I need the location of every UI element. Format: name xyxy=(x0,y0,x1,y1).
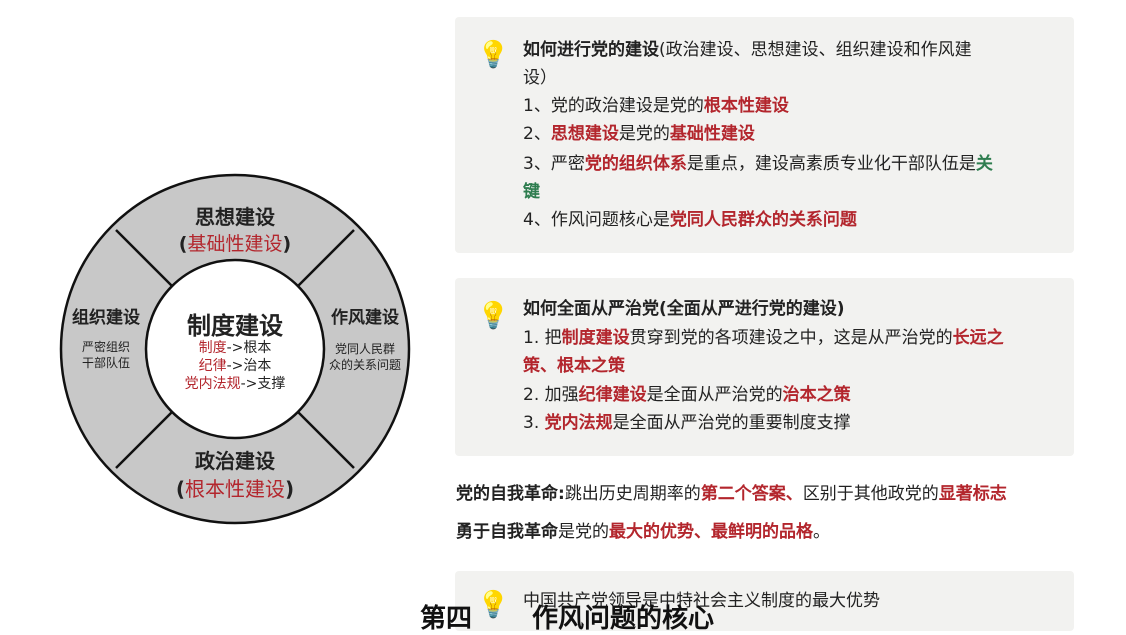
rev-l1-hl1: 第二个答案、 xyxy=(700,484,803,504)
self-revolution-line-2: 勇于自我革命是党的最大的优势、最鲜明的品格。 xyxy=(456,518,830,546)
card2-item-2-hl1: 纪律建设 xyxy=(578,385,647,405)
rev-l1-text1: 跳出历史周期率的 xyxy=(564,484,701,504)
card1-title-normal: (政治建设、思想建设、组织建设和作风建 xyxy=(659,40,972,60)
card1-title-bold: 如何进行党的建设 xyxy=(523,40,659,60)
card1-item-2-hl2: 基础性建设 xyxy=(669,124,755,144)
party-building-card: 💡 如何进行党的建设(政治建设、思想建设、组织建设和作风建 设） 1、党的政治建… xyxy=(455,17,1074,253)
card2-item-3-text: 是全面从严治党的重要制度支撑 xyxy=(612,413,851,433)
card2-item-1-hl3: 策、根本之策 xyxy=(523,356,625,376)
bottom-title: 政治建设 xyxy=(195,449,275,473)
card1-item-1-hl: 根本性建设 xyxy=(703,96,789,116)
card2-item-2-text: 是全面从严治党的 xyxy=(646,385,783,405)
center-l1b: ->根本 xyxy=(226,340,272,356)
card2-item-1-cont: 策、根本之策 xyxy=(523,352,625,380)
bottom-open: ( xyxy=(175,477,185,501)
top-sub: 基础性建设 xyxy=(187,233,283,255)
top-close: ) xyxy=(282,233,292,255)
self-revolution-line-1: 党的自我革命:跳出历史周期率的第二个答案、区别于其他政党的显著标志 xyxy=(456,480,1007,508)
card1-item-2-hl1: 思想建设 xyxy=(550,124,619,144)
card1-item-3-hl2: 关 xyxy=(975,154,993,174)
card1-item-3-hl1: 党的组织体系 xyxy=(584,154,687,174)
card1-item-3: 3、严密党的组织体系是重点，建设高素质专业化干部队伍是关 xyxy=(523,150,993,178)
center-l1a: 制度 xyxy=(198,340,227,356)
bottom-sub: 根本性建设 xyxy=(185,477,285,501)
party-building-diagram: 思想建设 (基础性建设) 政治建设 (根本性建设) 组织建设 严密组织 干部队伍 … xyxy=(55,173,415,525)
lightbulb-icon: 💡 xyxy=(477,40,510,70)
rev-l1-label: 党的自我革命: xyxy=(456,484,565,504)
top-title: 思想建设 xyxy=(195,205,275,229)
card2-item-1-text: 贯穿到党的各项建设之中，这是从严治党的 xyxy=(629,328,953,348)
card1-item-3-num: 3、严密 xyxy=(523,154,585,174)
rev-l2-label: 勇于自我革命 xyxy=(456,522,558,542)
rev-l2-end: 。 xyxy=(813,522,830,542)
card2-item-1-hl1: 制度建设 xyxy=(561,328,630,348)
overlay-heading: 第四 作风问题的核心 xyxy=(420,598,714,635)
card1-item-2-num: 2、 xyxy=(523,124,551,144)
card1-item-4-hl: 党同人民群众的关系问题 xyxy=(669,210,857,230)
card1-item-2-text: 是党的 xyxy=(618,124,670,144)
center-l2a: 纪律 xyxy=(198,358,227,374)
rev-l1-hl2: 显著标志 xyxy=(938,484,1007,504)
rev-l2-hl: 最大的优势、最鲜明的品格 xyxy=(609,522,813,542)
overlay-heading-b: 作风问题的核心 xyxy=(532,604,715,634)
card2-item-3-hl: 党内法规 xyxy=(544,413,613,433)
overlay-heading-a: 第四 xyxy=(420,604,473,634)
card1-item-4: 4、作风问题核心是党同人民群众的关系问题 xyxy=(523,206,857,234)
card2-item-2: 2. 加强纪律建设是全面从严治党的治本之策 xyxy=(523,381,851,409)
card1-item-1-text: 1、党的政治建设是党的 xyxy=(523,96,704,116)
rev-l1-text2: 区别于其他政党的 xyxy=(802,484,939,504)
bottom-subtitle: (根本性建设) xyxy=(55,473,415,502)
center-l3b: ->支撑 xyxy=(240,376,286,392)
card2-item-2-num: 2. 加强 xyxy=(523,385,579,405)
center-lines: 制度->根本 纪律->治本 党内法规->支撑 xyxy=(55,339,415,393)
center-title: 制度建设 xyxy=(187,312,283,340)
card1-item-3-cont: 键 xyxy=(523,178,540,206)
card1-item-1: 1、党的政治建设是党的根本性建设 xyxy=(523,92,789,120)
lightbulb-icon: 💡 xyxy=(477,301,510,331)
center-l3a: 党内法规 xyxy=(184,376,241,392)
card2-item-3-num: 3. xyxy=(523,413,545,433)
strict-governance-card: 💡 如何全面从严治党(全面从严进行党的建设) 1. 把制度建设贯穿到党的各项建设… xyxy=(455,278,1074,456)
card2-title: 如何全面从严治党(全面从严进行党的建设) xyxy=(523,299,845,319)
center-l2b: ->治本 xyxy=(226,358,272,374)
card1-item-2: 2、思想建设是党的基础性建设 xyxy=(523,120,755,148)
card2-item-1: 1. 把制度建设贯穿到党的各项建设之中，这是从严治党的长远之 xyxy=(523,324,1004,352)
card1-item-3-hl3: 键 xyxy=(523,182,540,202)
card2-item-1-hl2: 长远之 xyxy=(952,328,1004,348)
bottom-close: ) xyxy=(285,477,295,501)
card2-item-3: 3. 党内法规是全面从严治党的重要制度支撑 xyxy=(523,409,851,437)
card1-item-3-text: 是重点，建设高素质专业化干部队伍是 xyxy=(686,154,976,174)
card1-title: 如何进行党的建设(政治建设、思想建设、组织建设和作风建 xyxy=(523,36,972,64)
card2-item-2-hl2: 治本之策 xyxy=(782,385,851,405)
card2-item-1-num: 1. 把 xyxy=(523,328,562,348)
card1-title-cont: 设） xyxy=(523,68,557,88)
top-subtitle: (基础性建设) xyxy=(55,229,415,256)
rev-l2-text1: 是党的 xyxy=(558,522,609,542)
card1-item-4-text: 4、作风问题核心是 xyxy=(523,210,670,230)
